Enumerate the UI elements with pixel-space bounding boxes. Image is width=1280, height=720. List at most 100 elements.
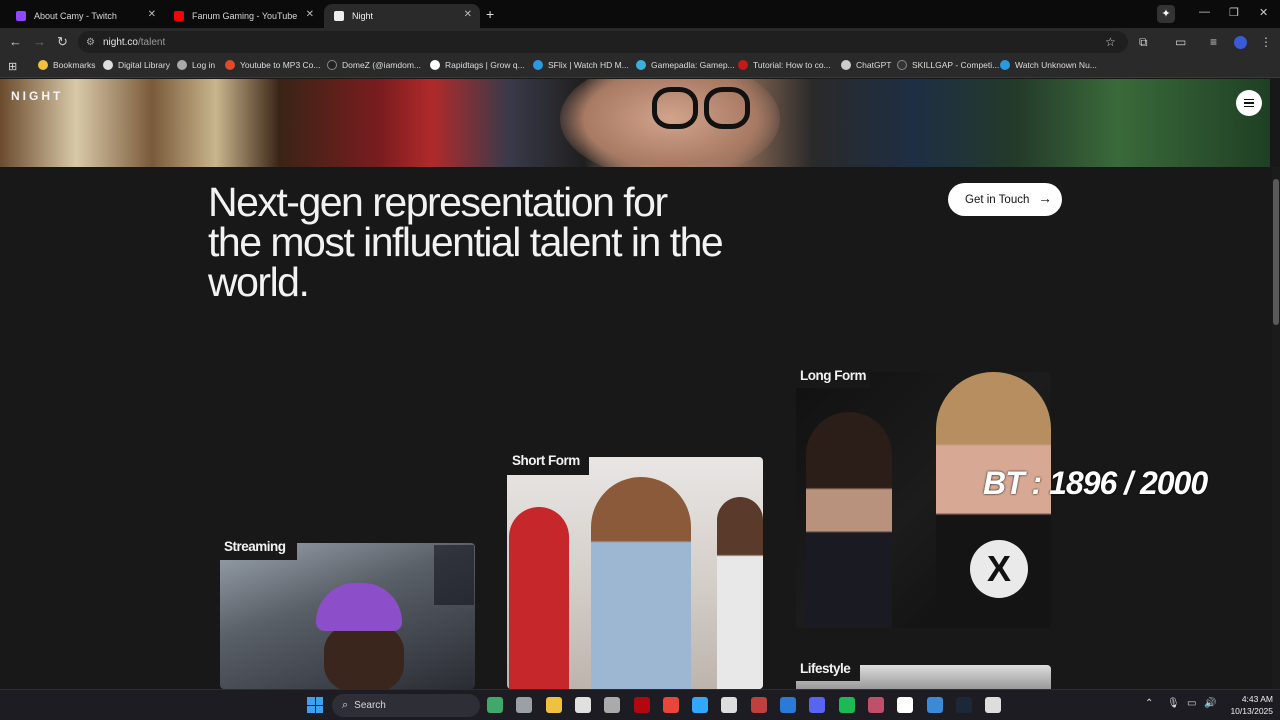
app-icon[interactable] (897, 697, 914, 713)
site-icon (225, 60, 235, 70)
app-icon[interactable] (867, 697, 884, 713)
gemini-icon[interactable]: ✦ (1157, 5, 1175, 23)
browser-app-icon[interactable] (487, 697, 503, 713)
forward-icon[interactable]: → (33, 34, 46, 49)
tab-youtube[interactable]: Fanum Gaming - YouTube ✕ (164, 4, 322, 28)
system-clock[interactable]: 4:43 AM 10/13/2025 (1221, 693, 1273, 717)
bookmark-label: SFlix | Watch HD M... (548, 60, 629, 70)
taskbar: ⌕ Search ⌃ 🎙 ▭ 🔊 4:43 AM 10/13/2025 (0, 689, 1280, 720)
bookmark-item[interactable]: Watch Unknown Nu... (1000, 60, 1097, 70)
bookmark-label: Tutorial: How to co... (753, 60, 831, 70)
cast-icon[interactable]: ▭ (1175, 35, 1186, 49)
bookmark-item[interactable]: SKILLGAP - Competi... (897, 60, 999, 70)
media-icon[interactable]: ≡ (1210, 35, 1217, 49)
back-icon[interactable]: ← (9, 34, 22, 49)
night-logo[interactable]: NIGHT (11, 89, 63, 103)
tab-label: About Camy - Twitch (34, 11, 117, 21)
windows-start-icon[interactable] (307, 697, 323, 713)
bookmark-item[interactable]: Gamepadla: Gamep... (636, 60, 735, 70)
site-icon (430, 60, 440, 70)
minimize-icon[interactable]: — (1199, 6, 1210, 18)
task-view-icon[interactable] (516, 697, 533, 713)
category-label-short-form[interactable]: Short Form (512, 453, 580, 468)
person-figure (509, 507, 569, 689)
menu-dots-icon[interactable]: ⋮ (1260, 35, 1272, 49)
bookmark-item[interactable]: SFlix | Watch HD M... (533, 60, 629, 70)
apps-grid-icon[interactable]: ⊞ (8, 60, 17, 73)
profile-avatar[interactable] (1234, 36, 1247, 49)
reload-icon[interactable]: ↻ (57, 34, 68, 50)
bookmark-item[interactable]: ChatGPT (841, 60, 891, 70)
new-tab-button[interactable]: + (486, 6, 494, 22)
streamer-cap (316, 583, 402, 631)
short-form-card[interactable] (507, 457, 763, 689)
youtube-icon (174, 11, 184, 21)
tab-twitch[interactable]: About Camy - Twitch ✕ (6, 4, 164, 28)
category-label-long-form[interactable]: Long Form (800, 368, 867, 383)
netflix-icon[interactable] (633, 697, 650, 713)
person-figure (717, 497, 763, 689)
extensions-icon[interactable]: ⧉ (1139, 35, 1148, 50)
app-icon[interactable] (926, 697, 943, 713)
site-icon (177, 60, 187, 70)
twitch-icon (16, 11, 26, 21)
bookmark-label: DomeZ (@iamdom... (342, 60, 422, 70)
steam-icon[interactable] (955, 697, 972, 713)
network-icon[interactable]: ▭ (1187, 698, 1196, 709)
bookmark-item[interactable]: Youtube to MP3 Co... (225, 60, 321, 70)
site-info-icon[interactable]: ⚙ (86, 37, 95, 48)
app-icon[interactable] (750, 697, 767, 713)
microphone-icon[interactable]: 🎙 (1167, 698, 1180, 709)
site-icon (636, 60, 646, 70)
site-icon (738, 60, 748, 70)
close-icon[interactable]: ✕ (306, 9, 314, 20)
get-in-touch-button[interactable]: Get in Touch → (948, 183, 1062, 216)
bookmark-item[interactable]: Log in (177, 60, 215, 70)
globe-icon (103, 60, 113, 70)
category-label-lifestyle[interactable]: Lifestyle (800, 661, 851, 676)
taskbar-search[interactable]: ⌕ Search (332, 694, 480, 717)
url-host: night.co (102, 36, 138, 48)
bookmark-label: Bookmarks (53, 60, 96, 70)
url-path: /talent (138, 36, 166, 48)
vr-icon[interactable] (985, 697, 1002, 713)
bookmark-label: Rapidtags | Grow q... (445, 60, 525, 70)
streaming-card[interactable] (220, 543, 475, 689)
file-explorer-icon[interactable] (545, 697, 562, 713)
category-label-streaming[interactable]: Streaming (224, 539, 286, 554)
restore-icon[interactable]: ❐ (1229, 6, 1239, 19)
bookmark-item[interactable]: Bookmarks (38, 60, 96, 70)
discord-icon[interactable] (809, 697, 826, 713)
app-icon[interactable] (721, 697, 738, 713)
window-close-icon[interactable]: ✕ (1259, 6, 1268, 19)
photoshop-icon[interactable] (692, 697, 709, 713)
arrow-right-icon: → (1038, 190, 1052, 206)
app-icon[interactable] (780, 697, 796, 713)
hero-banner-image (0, 79, 1270, 167)
site-icon (533, 60, 543, 70)
star-icon (38, 60, 48, 70)
hamburger-menu-button[interactable] (1236, 90, 1262, 116)
close-icon[interactable]: ✕ (148, 9, 156, 20)
address-bar[interactable]: ⚙ night.co/talent (78, 31, 1128, 53)
bookmark-item[interactable]: Tutorial: How to co... (738, 60, 831, 70)
bookmark-item[interactable]: DomeZ (@iamdom... (327, 60, 421, 70)
scrollbar-thumb[interactable] (1273, 179, 1279, 325)
bookmark-star-icon[interactable]: ☆ (1105, 35, 1116, 49)
button-label: Get in Touch (965, 193, 1030, 206)
close-icon[interactable]: ✕ (464, 9, 472, 20)
app-icon[interactable] (604, 697, 621, 713)
bookmark-item[interactable]: Digital Library (103, 60, 170, 70)
streamer-figure (324, 623, 404, 689)
bookmark-label: Watch Unknown Nu... (1015, 60, 1097, 70)
chevron-up-icon[interactable]: ⌃ (1145, 698, 1153, 709)
spotify-icon[interactable] (838, 697, 855, 713)
scrollbar[interactable] (1272, 167, 1280, 689)
store-icon[interactable] (574, 697, 591, 713)
tab-label: Fanum Gaming - YouTube (192, 11, 298, 21)
tab-night[interactable]: Night ✕ (324, 4, 480, 28)
site-icon (1000, 60, 1010, 70)
chrome-icon[interactable] (662, 697, 679, 713)
volume-icon[interactable]: 🔊 (1204, 698, 1216, 709)
bookmark-item[interactable]: Rapidtags | Grow q... (430, 60, 525, 70)
